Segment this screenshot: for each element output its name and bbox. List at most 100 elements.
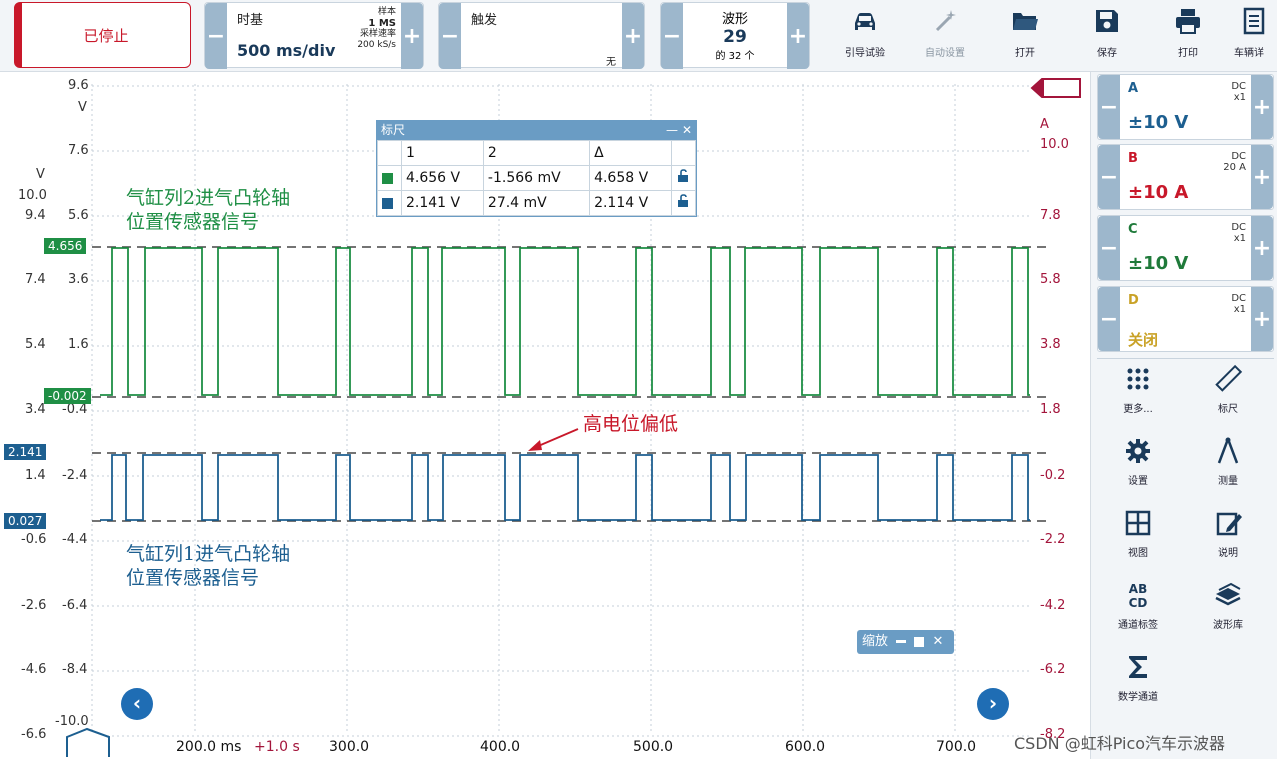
- blue-high-marker[interactable]: 2.141: [4, 444, 47, 460]
- waveform-number[interactable]: 29: [683, 27, 787, 47]
- waveform-prev-button[interactable]: −: [661, 3, 683, 69]
- waveform-library-label: 波形库: [1213, 620, 1243, 631]
- channel-b-card[interactable]: − B ±10 A DC 20 A +: [1097, 144, 1274, 210]
- divider: [1097, 358, 1274, 359]
- ruler-header-row: 1 2 Δ: [377, 140, 696, 166]
- open-label: 打开: [1015, 48, 1035, 59]
- ruler-lock-cell[interactable]: [671, 165, 696, 191]
- ruler-col-swatch: [377, 140, 402, 166]
- run-state-label: 已停止: [83, 26, 129, 45]
- ruler-table: 1 2 Δ 4.656 V -1.566 mV 4.658 V 2.141 V …: [377, 140, 696, 216]
- ruler-button[interactable]: 标尺: [1191, 364, 1265, 428]
- waveform-label: 波形: [721, 12, 748, 27]
- trigger-prev-button[interactable]: −: [439, 3, 461, 69]
- green-high-marker[interactable]: 4.656: [44, 238, 87, 254]
- close-icon[interactable]: ✕: [932, 634, 943, 649]
- save-button[interactable]: 保存: [1077, 4, 1137, 66]
- vehicle-details-button[interactable]: 车辆详: [1230, 4, 1277, 66]
- channel-c-coupling: DC x1: [1231, 222, 1246, 244]
- scope-view[interactable]: 9.6 V V 10.0 9.4 7.4 5.4 3.4 1.4 -0.6 -2…: [0, 72, 1090, 759]
- settings-label: 设置: [1128, 476, 1148, 487]
- samples-value: 1 MS: [368, 18, 396, 29]
- channel-b-increase-button[interactable]: +: [1251, 145, 1273, 209]
- scroll-right-button[interactable]: ›: [977, 688, 1009, 720]
- axis2-unit: V: [78, 100, 87, 115]
- scroll-left-button[interactable]: ‹: [121, 688, 153, 720]
- chevron-left-icon: ‹: [132, 691, 142, 715]
- waveform-library-button[interactable]: 波形库: [1191, 580, 1265, 644]
- channel-d-card[interactable]: − D 关闭 DC x1 +: [1097, 286, 1274, 352]
- channel-d-range[interactable]: 关闭: [1128, 329, 1158, 350]
- document-icon: [1243, 7, 1264, 35]
- channel-b-range[interactable]: ±10 A: [1128, 182, 1188, 203]
- watermark: CSDN @虹科Pico汽车示波器: [1014, 734, 1226, 753]
- minimize-icon[interactable]: —: [666, 121, 678, 140]
- axis1-tick: 1.4: [25, 468, 46, 483]
- channel-c-card[interactable]: − C ±10 V DC x1 +: [1097, 215, 1274, 281]
- svg-text:AB: AB: [1129, 582, 1147, 596]
- abcd-icon: ABCD: [1129, 582, 1148, 610]
- close-icon[interactable]: ✕: [682, 121, 692, 140]
- run-stop-button[interactable]: 已停止: [14, 2, 191, 68]
- channel-a-increase-button[interactable]: +: [1251, 75, 1273, 139]
- maximize-icon[interactable]: [914, 636, 925, 647]
- channel-c-range[interactable]: ±10 V: [1128, 253, 1188, 274]
- channel-b-name: B: [1128, 151, 1138, 166]
- channel-d-decrease-button[interactable]: −: [1098, 287, 1120, 351]
- channel-a-coupling: DC x1: [1231, 81, 1246, 103]
- x-axis-tick: 600.0: [785, 739, 826, 755]
- channel-labels-label: 通道标签: [1118, 620, 1158, 631]
- math-channels-button[interactable]: 数学通道: [1101, 652, 1175, 716]
- zoom-label: 缩放: [862, 634, 889, 649]
- auto-setup-button[interactable]: 自动设置: [915, 4, 975, 66]
- ruler-lock-cell[interactable]: [671, 190, 696, 216]
- blue-high-value: 2.141: [8, 445, 43, 459]
- top-trace-annotation: 气缸列2进气凸轮轴 位置传感器信号: [126, 186, 290, 234]
- print-button[interactable]: 打印: [1158, 4, 1218, 66]
- green-low-value: -0.002: [48, 389, 87, 403]
- channel-labels-button[interactable]: AB CD 通道标签: [1101, 580, 1175, 644]
- open-button[interactable]: 打开: [995, 4, 1055, 66]
- ruler-delta: 4.658 V: [589, 165, 672, 191]
- channel-c-decrease-button[interactable]: −: [1098, 216, 1120, 280]
- channel-a-card[interactable]: − A ±10 V DC x1 +: [1097, 74, 1274, 140]
- axis2-tick: 3.6: [68, 272, 89, 287]
- axis2-tick: -0.4: [62, 402, 88, 417]
- ruler-header[interactable]: 标尺 — ✕: [377, 121, 696, 140]
- channel-a-name: A: [1128, 81, 1139, 96]
- sigma-icon: [1129, 656, 1147, 678]
- oscilloscope-app: 已停止 − 时基 500 ms/div 样本 1 MS 采样速率 200 kS/…: [0, 0, 1277, 759]
- guided-test-button[interactable]: 引导试验: [835, 4, 895, 66]
- more-button[interactable]: 更多...: [1101, 364, 1175, 428]
- view-grid-icon: [1125, 510, 1151, 536]
- channel-a-range[interactable]: ±10 V: [1128, 112, 1188, 133]
- math-channels-label: 数学通道: [1118, 692, 1158, 703]
- channel-c-coupling-mode: DC: [1231, 222, 1246, 233]
- waveform-next-button[interactable]: +: [787, 3, 809, 69]
- view-button[interactable]: 视图: [1101, 508, 1175, 572]
- samples-label: 样本: [377, 7, 396, 17]
- settings-button[interactable]: 设置: [1101, 436, 1175, 500]
- trigger-next-button[interactable]: +: [622, 3, 644, 69]
- notes-label: 说明: [1218, 548, 1238, 559]
- timebase-decrease-button[interactable]: −: [205, 3, 227, 69]
- x-axis-tick: 400.0: [480, 739, 521, 755]
- axis1-tick: 5.4: [25, 337, 46, 352]
- channel-b-decrease-button[interactable]: −: [1098, 145, 1120, 209]
- trigger-marker-icon[interactable]: [1030, 77, 1082, 99]
- ruler-window[interactable]: 标尺 — ✕ 1 2 Δ 4.656 V -1.566 mV 4.658 V 2…: [376, 120, 697, 217]
- measure-button[interactable]: 测量: [1191, 436, 1265, 500]
- channel-a-decrease-button[interactable]: −: [1098, 75, 1120, 139]
- channel-d-increase-button[interactable]: +: [1251, 287, 1273, 351]
- bottom-trace-annotation-line2: 位置传感器信号: [126, 567, 260, 589]
- trigger-mode[interactable]: 无: [606, 53, 616, 68]
- timebase-increase-button[interactable]: +: [401, 3, 423, 69]
- timebase-value[interactable]: 500 ms/div: [237, 41, 335, 60]
- zoom-overview-button[interactable]: 缩放 ✕: [857, 630, 954, 654]
- ruler-col-lock: [671, 140, 696, 166]
- channel-c-increase-button[interactable]: +: [1251, 216, 1273, 280]
- blue-low-marker[interactable]: 0.027: [4, 513, 47, 529]
- notes-button[interactable]: 说明: [1191, 508, 1265, 572]
- green-low-marker[interactable]: -0.002: [44, 388, 91, 404]
- minimize-icon[interactable]: [896, 640, 907, 643]
